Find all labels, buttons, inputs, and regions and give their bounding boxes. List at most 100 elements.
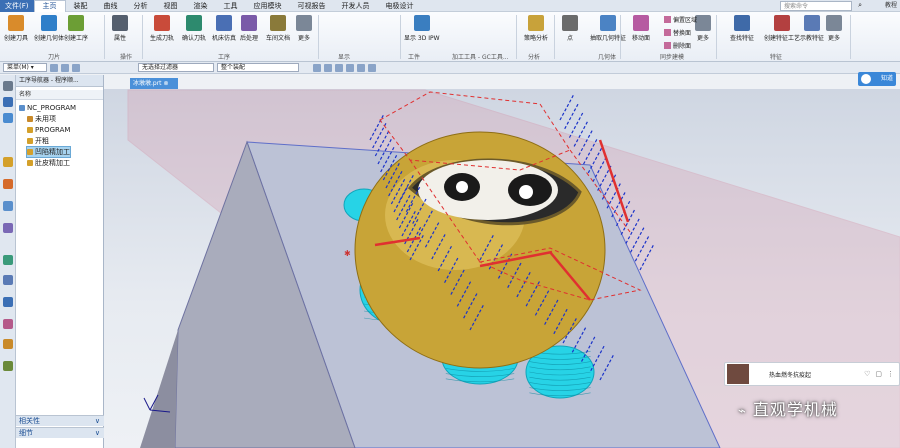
tool-nav-icon[interactable]: [3, 179, 13, 189]
analysis-button[interactable]: 策略分析: [524, 15, 548, 42]
dependencies-panel[interactable]: 相关性 ∨: [16, 415, 104, 426]
method-nav-icon[interactable]: [3, 223, 13, 233]
ipw-button[interactable]: 显示 3D IPW: [404, 15, 440, 42]
video-notification[interactable]: 热血燃冬抗疫起 ♡ ▢ ⋮: [724, 362, 900, 386]
navigator-icon[interactable]: [3, 97, 13, 107]
part-icon[interactable]: [3, 113, 13, 123]
assembly-dropdown[interactable]: 整个装配: [217, 63, 299, 72]
sync-mini-button[interactable]: 删除面: [664, 41, 691, 50]
find-feature-button[interactable]: 查找特征: [730, 15, 754, 42]
more-icon[interactable]: ⋮: [887, 370, 894, 378]
tree-item[interactable]: NC_PROGRAM: [19, 103, 76, 113]
ribbon-separator: [850, 15, 851, 59]
menu-item[interactable]: 可视报告: [290, 0, 334, 12]
sync-mini-button[interactable]: 替换面: [664, 28, 691, 37]
program-icon: [27, 160, 33, 166]
properties-button[interactable]: 属性: [112, 15, 128, 42]
more-button[interactable]: 更多: [826, 15, 842, 42]
ribbon-separator: [142, 15, 143, 59]
teach-feature-button[interactable]: 示教特征: [800, 15, 824, 42]
details-panel[interactable]: 细节 ∨: [16, 427, 104, 438]
selection-toolbar: 菜单(M) ▾ 无选择过滤器 整个装配: [0, 62, 900, 74]
verify-button[interactable]: 确认刀轨: [182, 15, 206, 42]
menu-item[interactable]: 电极设计: [378, 0, 422, 12]
grid-icon[interactable]: [72, 63, 80, 72]
tree-item[interactable]: 开粗: [27, 136, 49, 146]
menu-dropdown[interactable]: 菜单(M) ▾: [3, 63, 47, 72]
ribbon-group-label: 几何体: [598, 54, 617, 61]
tool-button[interactable]: 创建刀具: [4, 15, 28, 42]
file-menu[interactable]: 文件(F): [0, 0, 34, 12]
menu-item[interactable]: 分析: [126, 0, 156, 12]
postprocess-button[interactable]: 后处理: [240, 15, 258, 42]
wechat-icon: ⌁: [738, 404, 747, 419]
more-button[interactable]: 更多: [695, 15, 711, 42]
palette-icon[interactable]: [3, 361, 13, 371]
tree-item[interactable]: PROGRAM: [27, 125, 70, 135]
render-icon[interactable]: [346, 63, 354, 72]
ribbon-separator: [716, 15, 717, 59]
cam-model-view[interactable]: ✱: [104, 89, 900, 448]
graphics-window[interactable]: ✱: [104, 89, 900, 448]
operation-button[interactable]: 创建工序: [64, 15, 88, 42]
video-thumbnail[interactable]: [727, 364, 749, 384]
ribbon-button-label: 属性: [113, 35, 126, 42]
menu-item[interactable]: 视图: [156, 0, 186, 12]
settings-icon[interactable]: [3, 81, 13, 91]
program-icon: [27, 116, 33, 122]
column-header-name[interactable]: 名称: [16, 90, 103, 100]
ribbon-button-label: 创建工序: [64, 35, 89, 42]
more-button[interactable]: 更多: [296, 15, 312, 42]
generate-button[interactable]: 生成刀轨: [150, 15, 174, 42]
feature-process-button[interactable]: 创建特征工艺: [764, 15, 800, 42]
tree-item[interactable]: 未用项: [27, 114, 56, 124]
search-icon[interactable]: ⌕: [858, 1, 862, 10]
move-face-button[interactable]: 移动面: [632, 15, 650, 42]
menu-item[interactable]: 应用模块: [246, 0, 290, 12]
tree-item[interactable]: 肚皮精加工: [27, 158, 70, 168]
search-input[interactable]: 搜索命令: [780, 1, 852, 11]
generate-icon: [154, 15, 170, 31]
menu-item[interactable]: 曲线: [96, 0, 126, 12]
sync-face-icon: [664, 42, 671, 49]
machine-icon[interactable]: [3, 157, 13, 167]
ribbon-group-label: 工序: [218, 54, 231, 61]
toolpath-line: [564, 102, 580, 130]
document-button[interactable]: 车间文档: [266, 15, 290, 42]
menu-item[interactable]: 渲染: [186, 0, 216, 12]
menu-item[interactable]: 开发人员: [334, 0, 378, 12]
ribbon-button-label: 创建特征工艺: [764, 35, 801, 42]
tutorial-link[interactable]: 教程: [885, 0, 897, 12]
zoom-icon[interactable]: [368, 63, 376, 72]
tree-item[interactable]: 凹陷精加工: [26, 146, 71, 158]
view-icon[interactable]: [324, 63, 332, 72]
cloud-logo-button[interactable]: 知道: [858, 72, 896, 86]
snap-point-icon[interactable]: [313, 63, 321, 72]
library-icon[interactable]: [3, 255, 13, 265]
chevron-down-icon[interactable]: ∨: [95, 416, 100, 427]
chevron-down-icon[interactable]: ∨: [95, 428, 100, 439]
sync-mini-button[interactable]: 偏置区域: [664, 15, 697, 24]
snap-icon[interactable]: [61, 63, 69, 72]
web-icon[interactable]: [3, 275, 13, 285]
point-button[interactable]: 点: [562, 15, 578, 42]
part-file-tab[interactable]: 冰墩墩.prt ⊗: [130, 78, 178, 89]
history-icon[interactable]: [3, 297, 13, 307]
menu-item[interactable]: 主页: [33, 0, 66, 12]
ribbon: 创建刀具 创建几何体 创建工序 属性 生成刀轨 确认刀轨 机床仿真 后处理 车间文档 更多 显示 3…: [0, 12, 900, 62]
layer-icon[interactable]: [357, 63, 365, 72]
menu-item[interactable]: 工具: [216, 0, 246, 12]
select-icon[interactable]: [50, 63, 58, 72]
geometry-button[interactable]: 创建几何体: [34, 15, 64, 42]
reuse-icon[interactable]: [3, 339, 13, 349]
like-icon[interactable]: ♡: [864, 370, 870, 378]
menu-item[interactable]: 装配: [66, 0, 96, 12]
ribbon-button-label: 显示 3D IPW: [404, 35, 440, 42]
filter-dropdown[interactable]: 无选择过滤器: [138, 63, 214, 72]
simulate-button[interactable]: 机床仿真: [212, 15, 236, 42]
orient-icon[interactable]: [335, 63, 343, 72]
fullscreen-icon[interactable]: ▢: [875, 370, 882, 378]
move-face-icon: [633, 15, 649, 31]
role-icon[interactable]: [3, 319, 13, 329]
geometry-nav-icon[interactable]: [3, 201, 13, 211]
